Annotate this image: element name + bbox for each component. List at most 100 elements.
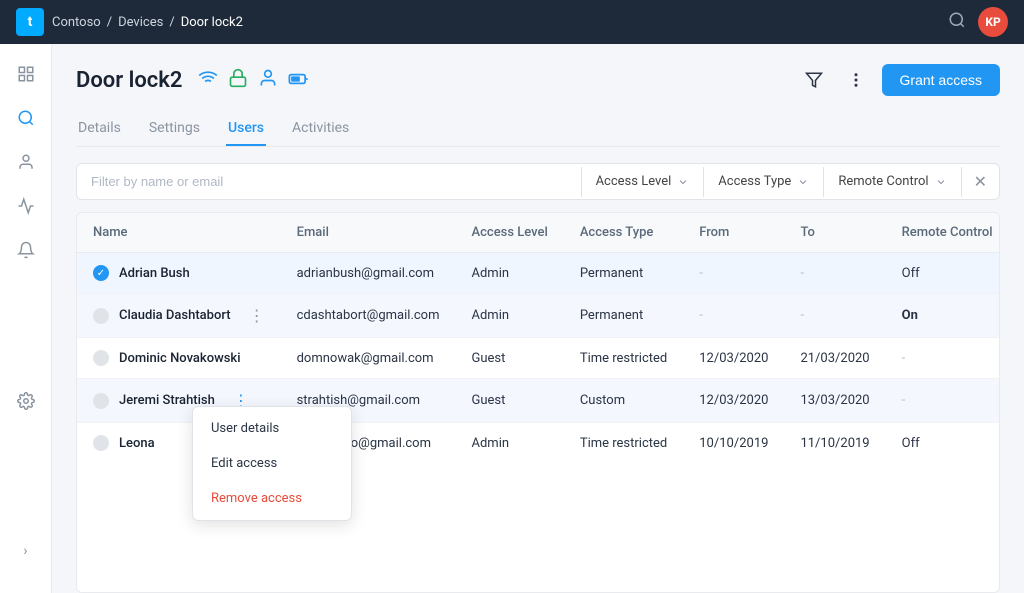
cell-remote: On bbox=[886, 294, 1000, 338]
tab-details[interactable]: Details bbox=[76, 112, 123, 146]
cell-email: cdashtabort@gmail.com bbox=[281, 294, 456, 338]
page-header: Door lock2 bbox=[76, 64, 1000, 96]
battery-icon bbox=[288, 70, 310, 91]
cell-access-type: Permanent bbox=[564, 253, 683, 294]
filter-icon-button[interactable] bbox=[798, 64, 830, 96]
breadcrumb-device: Door lock2 bbox=[181, 15, 243, 30]
sidebar-item-activity[interactable] bbox=[8, 188, 44, 224]
cell-email: adrianbush@gmail.com bbox=[281, 253, 456, 294]
breadcrumb-contoso[interactable]: Contoso bbox=[52, 15, 101, 30]
row-status-indicator bbox=[93, 393, 109, 409]
device-status-icons bbox=[198, 68, 310, 93]
cell-access-level: Guest bbox=[456, 338, 564, 379]
main-layout: › Door lock2 bbox=[0, 44, 1024, 593]
sidebar-item-person[interactable] bbox=[8, 144, 44, 180]
cell-access-type: Permanent bbox=[564, 294, 683, 338]
table-row: ✓ Adrian Bush adrianbush@gmail.com Admin… bbox=[77, 253, 1000, 294]
cell-access-level: Admin bbox=[456, 423, 564, 464]
user-name: Adrian Bush bbox=[119, 266, 190, 281]
col-header-access-type: Access Type bbox=[564, 213, 683, 253]
col-header-remote-control: Remote Control bbox=[886, 213, 1000, 253]
page-actions: Grant access bbox=[798, 64, 1000, 96]
user-avatar[interactable]: KP bbox=[978, 7, 1008, 37]
cell-from: 12/03/2020 bbox=[683, 338, 784, 379]
col-header-access-level: Access Level bbox=[456, 213, 564, 253]
user-name: Leona bbox=[119, 436, 155, 451]
cell-to: 11/10/2019 bbox=[784, 423, 885, 464]
cell-name: ✓ Adrian Bush bbox=[77, 253, 281, 294]
filter-input[interactable] bbox=[77, 164, 581, 199]
col-header-to: To bbox=[784, 213, 885, 253]
col-header-name: Name bbox=[77, 213, 281, 253]
row-status-indicator bbox=[93, 350, 109, 366]
cell-to: - bbox=[784, 253, 885, 294]
lock-icon bbox=[228, 68, 248, 93]
sidebar-expand-button[interactable]: › bbox=[8, 533, 44, 569]
context-menu: User details Edit access Remove access bbox=[192, 406, 352, 521]
main-content: Door lock2 bbox=[52, 44, 1024, 593]
cell-access-level: Admin bbox=[456, 253, 564, 294]
filter-close-button[interactable]: ✕ bbox=[962, 164, 999, 199]
cell-from: - bbox=[683, 253, 784, 294]
cell-access-type: Custom bbox=[564, 379, 683, 423]
sidebar-item-grid[interactable] bbox=[8, 56, 44, 92]
users-table: Name Email Access Level Access Type From… bbox=[76, 212, 1000, 593]
breadcrumb: Contoso / Devices / Door lock2 bbox=[52, 15, 243, 30]
sidebar: › bbox=[0, 44, 52, 593]
cell-remote: - bbox=[886, 379, 1000, 423]
cell-access-level: Admin bbox=[456, 294, 564, 338]
user-circle-icon bbox=[258, 68, 278, 93]
row-more-icon[interactable]: ⋮ bbox=[249, 306, 265, 325]
row-status-indicator bbox=[93, 435, 109, 451]
cell-to: 21/03/2020 bbox=[784, 338, 885, 379]
access-level-dropdown[interactable]: Access Level bbox=[582, 166, 704, 197]
cell-access-type: Time restricted bbox=[564, 423, 683, 464]
tab-settings[interactable]: Settings bbox=[147, 112, 202, 146]
access-type-dropdown[interactable]: Access Type bbox=[704, 166, 823, 197]
row-status-indicator bbox=[93, 308, 109, 324]
sidebar-item-bell[interactable] bbox=[8, 232, 44, 268]
sidebar-item-gear[interactable] bbox=[8, 383, 44, 419]
cell-name: Dominic Novakowski bbox=[77, 338, 281, 379]
cell-remote: Off bbox=[886, 423, 1000, 464]
wifi-icon bbox=[198, 68, 218, 93]
cell-to: 13/03/2020 bbox=[784, 379, 885, 423]
grant-access-button[interactable]: Grant access bbox=[882, 64, 1000, 96]
col-header-email: Email bbox=[281, 213, 456, 253]
topbar-right: KP bbox=[948, 7, 1008, 37]
remote-control-dropdown[interactable]: Remote Control bbox=[824, 166, 960, 197]
context-menu-remove-access[interactable]: Remove access bbox=[193, 481, 351, 516]
breadcrumb-devices[interactable]: Devices bbox=[118, 15, 163, 30]
user-name: Dominic Novakowski bbox=[119, 351, 241, 366]
cell-from: 10/10/2019 bbox=[683, 423, 784, 464]
cell-access-type: Time restricted bbox=[564, 338, 683, 379]
cell-email: domnowak@gmail.com bbox=[281, 338, 456, 379]
search-icon[interactable] bbox=[948, 11, 966, 33]
col-header-from: From bbox=[683, 213, 784, 253]
page-tabs: Details Settings Users Activities bbox=[76, 112, 1000, 147]
table-row: Dominic Novakowski domnowak@gmail.com Gu… bbox=[77, 338, 1000, 379]
table-row: Claudia Dashtabort ⋮ cdashtabort@gmail.c… bbox=[77, 294, 1000, 338]
cell-access-level: Guest bbox=[456, 379, 564, 423]
filter-bar: Access Level Access Type Remote Control … bbox=[76, 163, 1000, 200]
row-status-indicator: ✓ bbox=[93, 265, 109, 281]
tab-users[interactable]: Users bbox=[226, 112, 266, 146]
cell-remote: - bbox=[886, 338, 1000, 379]
cell-from: - bbox=[683, 294, 784, 338]
cell-remote: Off bbox=[886, 253, 1000, 294]
user-name: Claudia Dashtabort bbox=[119, 308, 231, 323]
page-title: Door lock2 bbox=[76, 68, 182, 93]
cell-from: 12/03/2020 bbox=[683, 379, 784, 423]
cell-to: - bbox=[784, 294, 885, 338]
access-level-label: Access Level bbox=[596, 174, 672, 189]
more-options-button[interactable] bbox=[840, 64, 872, 96]
tab-activities[interactable]: Activities bbox=[290, 112, 351, 146]
sidebar-item-search[interactable] bbox=[8, 100, 44, 136]
access-type-label: Access Type bbox=[718, 174, 791, 189]
topbar: t Contoso / Devices / Door lock2 KP bbox=[0, 0, 1024, 44]
context-menu-edit-access[interactable]: Edit access bbox=[193, 446, 351, 481]
cell-name: Claudia Dashtabort ⋮ bbox=[77, 294, 281, 338]
context-menu-user-details[interactable]: User details bbox=[193, 411, 351, 446]
app-logo: t bbox=[16, 8, 44, 36]
remote-control-label: Remote Control bbox=[838, 174, 928, 189]
